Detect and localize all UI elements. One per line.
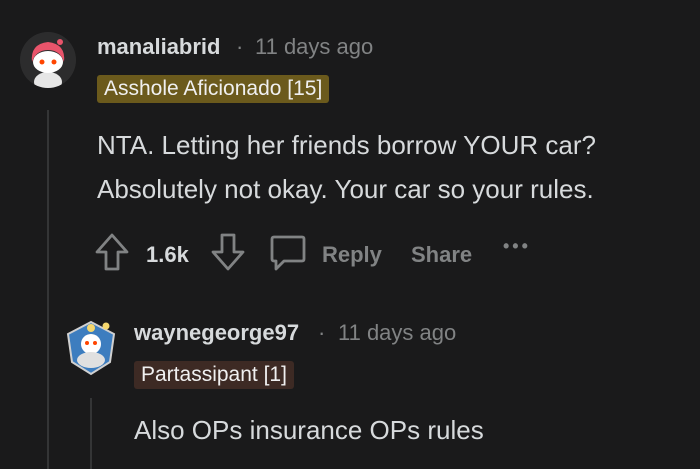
comment-timestamp[interactable]: 11 days ago <box>255 34 373 60</box>
reply-body: Also OPs insurance OPs rules <box>134 415 484 445</box>
reply-separator: · <box>318 320 326 345</box>
reply-timestamp[interactable]: 11 days ago <box>338 320 456 346</box>
user-flair: Asshole Aficionado [15] <box>97 75 330 103</box>
vote-count: 1.6k <box>146 242 189 267</box>
shield-avatar-icon <box>66 320 116 376</box>
ellipsis-icon[interactable]: ••• <box>503 236 531 257</box>
reply-thread-line[interactable] <box>90 398 92 469</box>
comment-username[interactable]: manaliabrid <box>97 34 220 60</box>
comment-body-line-1: NTA. Letting her friends borrow YOUR car… <box>97 130 597 160</box>
speech-bubble-icon[interactable] <box>268 233 308 278</box>
thread-line[interactable] <box>47 110 49 469</box>
reply-button[interactable]: Reply <box>322 242 382 268</box>
reply-user-flair: Partassipant [1] <box>134 361 294 389</box>
comment-body-line-2: Absolutely not okay. Your car so your ru… <box>97 174 594 204</box>
reply-avatar[interactable] <box>62 318 120 376</box>
share-button[interactable]: Share <box>411 242 472 268</box>
comment-separator: · <box>236 34 244 59</box>
avatar[interactable] <box>20 32 76 88</box>
reply-username[interactable]: waynegeorge97 <box>134 320 299 346</box>
arrow-down-icon[interactable] <box>210 232 246 277</box>
snoo-avatar-icon <box>20 32 76 88</box>
arrow-up-icon[interactable] <box>94 232 130 277</box>
